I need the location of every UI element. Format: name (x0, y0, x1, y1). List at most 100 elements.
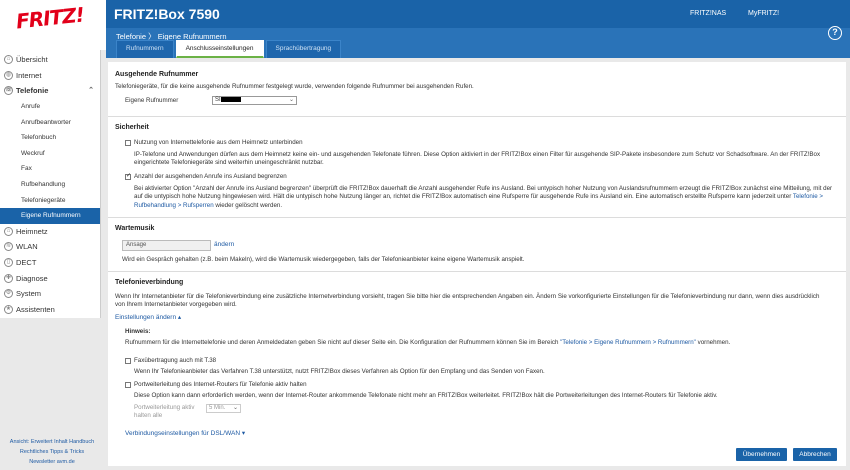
block-internet-telephony-checkbox[interactable] (125, 140, 131, 146)
product-title: FRITZ!Box 7590 (114, 6, 220, 22)
sidebar-sub-fax[interactable]: Fax (0, 161, 100, 177)
sidebar-item-label: WLAN (16, 242, 38, 252)
hold-music-field: Ansage (122, 240, 211, 251)
footer-inhalt[interactable]: Inhalt (54, 439, 67, 445)
footer-ansicht[interactable]: Ansicht: Erweitert (10, 439, 53, 445)
port-forwarding-interval-select[interactable]: 5 Min. ⌄ (206, 404, 241, 413)
port-forwarding-label: Portweiterleitung des Internet-Routers f… (134, 381, 307, 388)
chevron-down-icon: ⌄ (232, 405, 238, 411)
help-icon[interactable]: ? (828, 26, 842, 40)
sidebar-item-label: System (16, 289, 42, 299)
sidebar-item-wlan[interactable]: ≋ WLAN (0, 239, 100, 255)
footer-handbuch[interactable]: Handbuch (69, 439, 94, 445)
main-content: Ausgehende Rufnummer Telefoniegeräte, fü… (108, 62, 846, 466)
limit-foreign-calls-text: Bei aktivierter Option "Anzahl der Anruf… (134, 185, 833, 201)
outgoing-description: Telefoniegeräte, für die keine ausgehend… (115, 83, 474, 90)
divider (108, 271, 846, 272)
apply-button[interactable]: Übernehmen (736, 448, 787, 461)
network-icon: ⌂ (4, 226, 13, 236)
hint-text: Rufnummern für die Internettelefonie und… (125, 339, 835, 347)
divider (108, 217, 846, 218)
sidebar-item-label: Heimnetz (16, 226, 48, 236)
fax-t38-label: Faxübertragung auch mit T.38 (134, 357, 217, 364)
hint-body: Rufnummern für die Internettelefonie und… (125, 339, 561, 346)
fritznas-link[interactable]: FRITZ!NAS (690, 10, 726, 17)
home-icon: ⌂ (4, 55, 13, 65)
divider (108, 116, 846, 117)
sub-header: Telefonie 〉 Eigene Rufnummern ? Rufnumme… (106, 26, 850, 58)
wizard-icon: ★ (4, 304, 13, 314)
block-internet-telephony-description: IP-Telefone und Anwendungen dürfen aus d… (134, 151, 821, 167)
port-forwarding-checkbox[interactable] (125, 382, 131, 388)
limit-foreign-calls-label: Anzahl der ausgehenden Anrufe ins Auslan… (134, 173, 287, 180)
sidebar-item-dect[interactable]: ▯ DECT (0, 255, 100, 271)
own-number-label: Eigene Rufnummer (125, 97, 179, 104)
dect-icon: ▯ (4, 258, 13, 268)
port-forwarding-description: Diese Option kann dann erforderlich werd… (134, 392, 718, 399)
sidebar-sub-rufbehandlung[interactable]: Rufbehandlung (0, 177, 100, 193)
cancel-button[interactable]: Abbrechen (793, 448, 837, 461)
redacted-block (220, 97, 241, 102)
dsl-wan-settings-link[interactable]: Verbindungseinstellungen für DSL/WAN ▾ (125, 429, 245, 437)
limit-foreign-calls-tail: wieder gelöscht werden. (213, 201, 283, 209)
sidebar-item-internet[interactable]: ◍ Internet (0, 68, 100, 84)
interval-value: 5 Min. (209, 405, 226, 411)
hint-tail: vornehmen. (695, 339, 731, 346)
sidebar: ⌂ Übersicht ◍ Internet ☏ Telefonie ⌃ Anrufe … (0, 50, 101, 318)
fax-t38-checkbox[interactable] (125, 358, 131, 364)
globe-icon: ◍ (4, 70, 13, 80)
wifi-icon: ≋ (4, 242, 13, 252)
sidebar-item-diagnose[interactable]: ✚ Diagnose (0, 270, 100, 286)
tab-sprachuebertragung[interactable]: Sprachübertragung (265, 40, 342, 58)
sidebar-item-telefonie[interactable]: ☏ Telefonie ⌃ (0, 83, 100, 99)
connection-description: Wenn Ihr Internetanbieter für die Telefo… (115, 293, 820, 309)
section-title-outgoing: Ausgehende Rufnummer (115, 71, 199, 78)
block-internet-telephony-label: Nutzung von Internettelefonie aus dem He… (134, 139, 303, 146)
interval-label-line1: Portweiterleitung aktiv (134, 404, 195, 411)
sidebar-item-uebersicht[interactable]: ⌂ Übersicht (0, 52, 100, 68)
sidebar-sub-anrufe[interactable]: Anrufe (0, 99, 100, 115)
sidebar-item-label: Assistenten (16, 304, 55, 314)
change-settings-link[interactable]: Einstellungen ändern ▴ (115, 313, 181, 321)
logo-text: FRITZ! (14, 2, 85, 34)
sidebar-sub-anrufbeantworter[interactable]: Anrufbeantworter (0, 114, 100, 130)
section-title-music: Wartemusik (115, 225, 155, 232)
sidebar-sub-telefonbuch[interactable]: Telefonbuch (0, 130, 100, 146)
hint-title: Hinweis: (125, 328, 151, 335)
tab-anschlusseinstellungen[interactable]: Anschlusseinstellungen (175, 40, 264, 58)
fritz-logo[interactable]: FRITZ! (0, 0, 106, 50)
sidebar-item-label: Internet (16, 70, 42, 80)
chevron-down-icon: ⌄ (288, 97, 294, 103)
sidebar-item-system[interactable]: ⚙ System (0, 286, 100, 302)
footer-tipps[interactable]: Tipps & Tricks (50, 449, 84, 455)
sidebar-item-assistenten[interactable]: ★ Assistenten (0, 302, 100, 318)
sidebar-item-label: DECT (16, 258, 37, 268)
diagnose-icon: ✚ (4, 273, 13, 283)
sidebar-item-heimnetz[interactable]: ⌂ Heimnetz (0, 224, 100, 240)
sidebar-sub-eigene-rufnummern[interactable]: Eigene Rufnummern (0, 207, 100, 224)
sidebar-item-label: Telefonie (16, 86, 49, 96)
rufnummern-link[interactable]: "Telefonie > Eigene Rufnummern > Rufnumm… (560, 339, 696, 346)
sidebar-sub-telefoniegeraete[interactable]: Telefoniegeräte (0, 192, 100, 208)
footer-newsletter[interactable]: Newsletter (29, 459, 55, 465)
phone-icon: ☏ (4, 86, 13, 96)
footer-links: Ansicht: Erweitert Inhalt Handbuch Recht… (4, 437, 100, 467)
sidebar-item-label: Diagnose (16, 273, 48, 283)
fax-t38-description: Wenn Ihr Telefonieanbieter das Verfahren… (134, 368, 545, 375)
sidebar-sub-weckruf[interactable]: Weckruf (0, 146, 100, 162)
footer-rechtliches[interactable]: Rechtliches (20, 449, 48, 455)
myfritz-link[interactable]: MyFRITZ! (748, 10, 779, 17)
interval-label-line2: halten alle (134, 412, 163, 420)
chevron-up-icon: ⌃ (88, 87, 94, 95)
own-number-select[interactable]: SI ⌄ (212, 96, 297, 105)
footer-avm[interactable]: avm.de (57, 459, 75, 465)
hold-music-description: Wird ein Gespräch gehalten (z.B. beim Ma… (122, 256, 525, 263)
limit-foreign-calls-checkbox[interactable] (125, 172, 131, 180)
section-title-security: Sicherheit (115, 124, 149, 131)
hold-music-change-link[interactable]: ändern (214, 241, 234, 248)
port-forwarding-interval-label: Portweiterleitung aktiv halten alle (134, 404, 195, 421)
tab-rufnummern[interactable]: Rufnummern (116, 40, 174, 58)
limit-foreign-calls-description: Bei aktivierter Option "Anzahl der Anruf… (134, 185, 836, 210)
gear-icon: ⚙ (4, 289, 13, 299)
top-bar: FRITZ!Box 7590 FRITZ!NAS MyFRITZ! (0, 0, 850, 28)
